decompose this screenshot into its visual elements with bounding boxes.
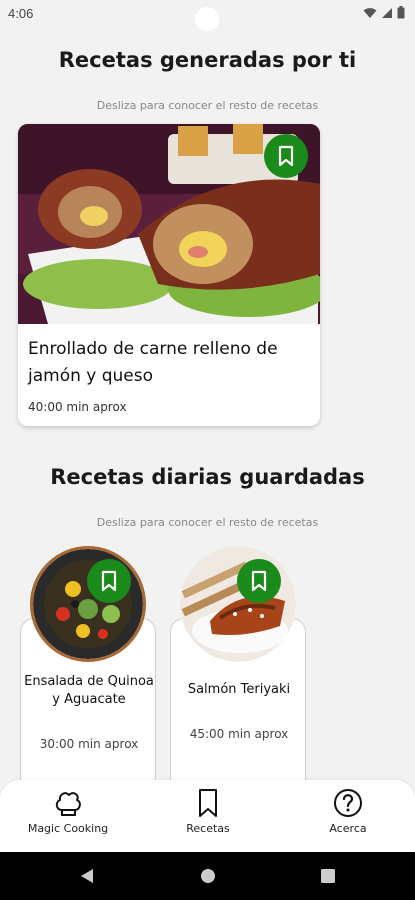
- recipe-title-featured: Enrollado de carne relleno de jamón y qu…: [28, 339, 278, 386]
- recipe-card-featured[interactable]: Enrollado de carne relleno de jamón y qu…: [18, 124, 320, 426]
- status-icons: [363, 6, 405, 19]
- nav-item-magic-cooking[interactable]: Magic Cooking: [3, 788, 133, 835]
- bookmark-icon: [278, 145, 294, 167]
- swipe-hint-daily: Desliza para conocer el resto de recetas: [96, 516, 319, 529]
- bookmark-button-salmon[interactable]: [237, 559, 281, 603]
- recipe-title-quinoa: Ensalada de Quinoa y Aguacate: [24, 674, 154, 707]
- bookmark-icon: [251, 570, 267, 592]
- recents-icon[interactable]: [320, 868, 336, 884]
- bookmark-button-quinoa[interactable]: [87, 559, 131, 603]
- recipe-photo-salmon: [180, 546, 296, 662]
- section-title-daily: Recetas diarias guardadas: [50, 465, 365, 489]
- section-title-generated: Recetas generadas por ti: [58, 48, 357, 72]
- bottom-navigation: Magic Cooking Recetas Acerca: [0, 780, 415, 852]
- back-icon[interactable]: [79, 868, 95, 884]
- help-icon: [334, 789, 362, 817]
- swipe-hint-generated: Desliza para conocer el resto de recetas: [96, 99, 319, 112]
- bookmark-icon: [199, 789, 217, 817]
- nav-item-acerca[interactable]: Acerca: [283, 788, 413, 835]
- home-icon[interactable]: [200, 868, 216, 884]
- nav-item-recetas[interactable]: Recetas: [143, 788, 273, 835]
- camera-cutout: [195, 7, 219, 31]
- status-time: 4:06: [8, 6, 34, 21]
- recipe-time-featured: 40:00 min aprox: [28, 400, 127, 414]
- recipe-title-salmon: Salmón Teriyaki: [187, 682, 291, 697]
- bookmark-icon: [101, 570, 117, 592]
- recipe-time-salmon: 45:00 min aprox: [189, 727, 289, 741]
- signal-icon: [382, 7, 392, 18]
- nav-label-recetas: Recetas: [186, 822, 230, 835]
- recipe-time-quinoa: 30:00 min aprox: [39, 737, 139, 751]
- system-navigation-bar: [0, 852, 415, 900]
- battery-icon: [397, 6, 405, 19]
- wifi-icon: [363, 7, 377, 18]
- nav-label-magic-cooking: Magic Cooking: [27, 822, 109, 835]
- status-bar: 4:06: [0, 0, 415, 31]
- recipe-photo-quinoa: [30, 546, 146, 662]
- nav-label-acerca: Acerca: [329, 822, 367, 835]
- chef-hat-icon: [55, 792, 81, 816]
- bookmark-button-featured[interactable]: [264, 134, 308, 178]
